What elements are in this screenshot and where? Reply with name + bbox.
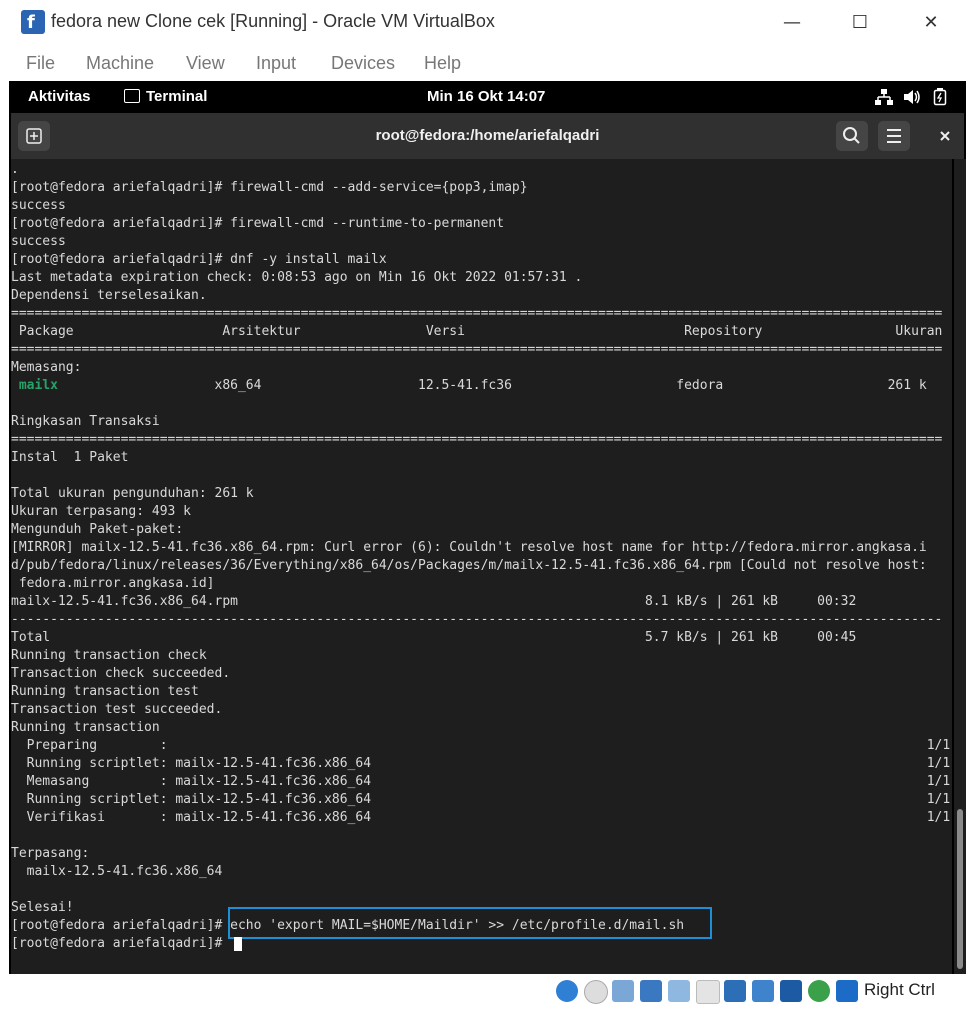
menu-machine[interactable]: Machine — [86, 53, 154, 74]
terminal-app-icon — [124, 89, 140, 103]
terminal-line: success — [11, 234, 66, 249]
window-titlebar: f fedora new Clone cek [Running] - Oracl… — [0, 0, 968, 45]
shared-folder-icon[interactable] — [696, 980, 720, 1004]
terminal-line: ========================================… — [11, 306, 943, 321]
terminal-line: Total ukuran pengunduhan: 261 k — [11, 486, 254, 501]
package-name: mailx — [11, 378, 58, 393]
terminal-line: ----------------------------------------… — [11, 612, 943, 627]
terminal-line: Terpasang: — [11, 846, 90, 861]
menu-input[interactable]: Input — [256, 53, 296, 74]
terminal-line: . — [11, 162, 19, 177]
terminal-line: Instal 1 Paket — [11, 450, 129, 465]
hard-disk-icon[interactable] — [556, 980, 578, 1002]
terminal-line: mailx-12.5-41.fc36.x86_64.rpm 8.1 kB/s |… — [11, 594, 857, 609]
terminal-close-button[interactable] — [930, 121, 960, 151]
terminal-line: d/pub/fedora/linux/releases/36/Everythin… — [11, 558, 927, 573]
terminal-line: Total 5.7 kB/s | 261 kB 00:45 — [11, 630, 857, 645]
terminal-line: ========================================… — [11, 342, 943, 357]
volume-icon[interactable] — [903, 89, 921, 105]
search-icon — [843, 127, 860, 144]
optical-disk-icon[interactable] — [584, 980, 608, 1004]
close-icon — [940, 131, 950, 141]
terminal-line: Running scriptlet: mailx-12.5-41.fc36.x8… — [11, 792, 951, 807]
terminal-line: success — [11, 198, 66, 213]
terminal-line: mailx x86_64 12.5-41.fc36 fedora 261 k — [11, 378, 927, 393]
terminal-line: Mengunduh Paket-paket: — [11, 522, 184, 537]
hamburger-icon — [887, 129, 901, 143]
terminal-line: Running transaction — [11, 720, 160, 735]
terminal-line: [root@fedora ariefalqadri]# dnf -y insta… — [11, 252, 387, 267]
menu-help[interactable]: Help — [424, 53, 461, 74]
cpu-icon[interactable] — [780, 980, 802, 1002]
highlighted-command-box — [228, 907, 712, 939]
menu-view[interactable]: View — [186, 53, 225, 74]
guest-display[interactable]: Aktivitas Terminal Min 16 Okt 14:07 root… — [9, 81, 966, 974]
terminal-line: Running transaction test — [11, 684, 199, 699]
terminal-line: fedora.mirror.angkasa.id] — [11, 576, 215, 591]
network-icon[interactable] — [875, 89, 893, 105]
terminal-line: [root@fedora ariefalqadri]# firewall-cmd… — [11, 216, 505, 231]
terminal-line: Running transaction check — [11, 648, 207, 663]
search-button[interactable] — [836, 121, 868, 151]
maximize-button[interactable]: ☐ — [840, 8, 880, 38]
vbox-status-bar: Right Ctrl — [0, 974, 968, 1011]
menu-devices[interactable]: Devices — [331, 53, 395, 74]
terminal-line: Running scriptlet: mailx-12.5-41.fc36.x8… — [11, 756, 951, 771]
recording-icon[interactable] — [752, 980, 774, 1002]
terminal-title: root@fedora:/home/ariefalqadri — [375, 127, 600, 144]
menu-file[interactable]: File — [26, 53, 55, 74]
terminal-line: ========================================… — [11, 432, 943, 447]
menu-button[interactable] — [878, 121, 910, 151]
terminal-header-bar: root@fedora:/home/ariefalqadri — [11, 113, 964, 159]
activities-button[interactable]: Aktivitas — [28, 88, 91, 105]
close-button[interactable]: ✕ — [911, 8, 951, 38]
usb-icon[interactable] — [668, 980, 690, 1002]
clock[interactable]: Min 16 Okt 14:07 — [427, 88, 545, 105]
terminal-line: mailx-12.5-41.fc36.x86_64 — [11, 864, 223, 879]
terminal-line: Memasang: — [11, 360, 82, 375]
terminal-cursor — [234, 937, 242, 951]
scrollbar-thumb[interactable] — [957, 809, 963, 969]
gnome-top-bar: Aktivitas Terminal Min 16 Okt 14:07 — [9, 81, 966, 113]
battery-icon[interactable] — [933, 88, 947, 106]
display-icon[interactable] — [724, 980, 746, 1002]
terminal-line: Package Arsitektur Versi Repository Ukur… — [11, 324, 943, 339]
keyboard-icon[interactable] — [836, 980, 858, 1002]
terminal-line: [MIRROR] mailx-12.5-41.fc36.x86_64.rpm: … — [11, 540, 927, 555]
mouse-integration-icon[interactable] — [808, 980, 830, 1002]
virtualbox-app-icon: f — [21, 10, 45, 34]
terminal-line: Transaction test succeeded. — [11, 702, 223, 717]
minimize-button[interactable]: — — [772, 8, 812, 38]
host-page-edge — [0, 81, 9, 1011]
terminal-scrollbar[interactable] — [954, 159, 966, 974]
menu-bar: File Machine View Input Devices Help — [9, 45, 968, 81]
terminal-line: Dependensi terselesaikan. — [11, 288, 207, 303]
window-title: fedora new Clone cek [Running] - Oracle … — [51, 11, 495, 31]
terminal-app-menu[interactable]: Terminal — [146, 88, 207, 105]
network-adapter-icon[interactable] — [640, 980, 662, 1002]
terminal-line: Preparing : 1/1 — [11, 738, 951, 753]
terminal-line: Last metadata expiration check: 0:08:53 … — [11, 270, 583, 285]
terminal-line: [root@fedora ariefalqadri]# firewall-cmd… — [11, 180, 528, 195]
terminal-line: Ringkasan Transaksi — [11, 414, 160, 429]
audio-icon[interactable] — [612, 980, 634, 1002]
terminal-line: Verifikasi : mailx-12.5-41.fc36.x86_64 1… — [11, 810, 951, 825]
terminal-text: . [root@fedora ariefalqadri]# firewall-cm… — [11, 161, 950, 953]
terminal-line: Ukuran terpasang: 493 k — [11, 504, 192, 519]
terminal-line: Transaction check succeeded. — [11, 666, 231, 681]
host-key-label: Right Ctrl — [864, 980, 935, 999]
terminal-output[interactable]: . [root@fedora ariefalqadri]# firewall-cm… — [11, 159, 952, 974]
terminal-line: Memasang : mailx-12.5-41.fc36.x86_64 1/1 — [11, 774, 951, 789]
